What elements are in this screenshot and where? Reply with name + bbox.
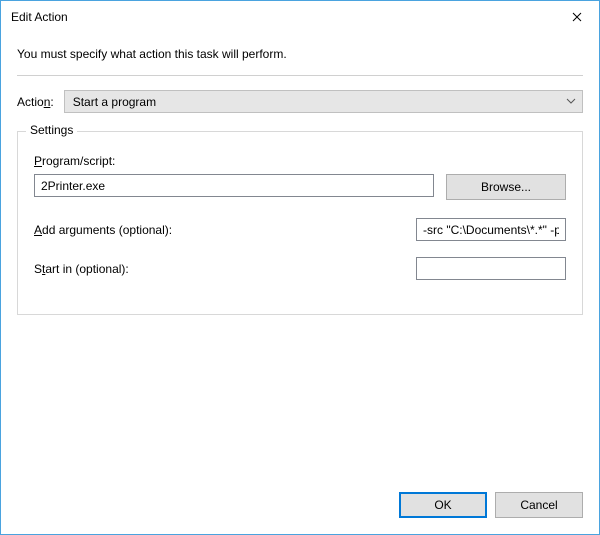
- action-row: Action: Start a program: [17, 90, 583, 113]
- titlebar: Edit Action: [1, 1, 599, 33]
- separator: [17, 75, 583, 76]
- browse-button[interactable]: Browse...: [446, 174, 566, 200]
- close-button[interactable]: [554, 2, 599, 32]
- arguments-input[interactable]: [416, 218, 566, 241]
- arguments-row: Add arguments (optional):: [34, 218, 566, 241]
- chevron-down-icon: [566, 95, 576, 109]
- ok-button[interactable]: OK: [399, 492, 487, 518]
- startin-label: Start in (optional):: [34, 262, 129, 276]
- action-dropdown-value: Start a program: [73, 95, 156, 109]
- program-input[interactable]: [34, 174, 434, 197]
- window-title: Edit Action: [11, 10, 68, 24]
- cancel-button[interactable]: Cancel: [495, 492, 583, 518]
- startin-input[interactable]: [416, 257, 566, 280]
- close-icon: [572, 12, 582, 22]
- dialog-content: You must specify what action this task w…: [1, 33, 599, 534]
- action-dropdown[interactable]: Start a program: [64, 90, 583, 113]
- settings-group: Settings Program/script: Browse... Add a…: [17, 131, 583, 315]
- arguments-label: Add arguments (optional):: [34, 223, 172, 237]
- dialog-footer: OK Cancel: [17, 476, 583, 518]
- program-row: Browse...: [34, 174, 566, 200]
- action-label: Action:: [17, 95, 54, 109]
- settings-legend: Settings: [26, 123, 77, 137]
- startin-row: Start in (optional):: [34, 257, 566, 280]
- instruction-text: You must specify what action this task w…: [17, 47, 583, 61]
- program-label: Program/script:: [34, 154, 566, 168]
- edit-action-dialog: Edit Action You must specify what action…: [0, 0, 600, 535]
